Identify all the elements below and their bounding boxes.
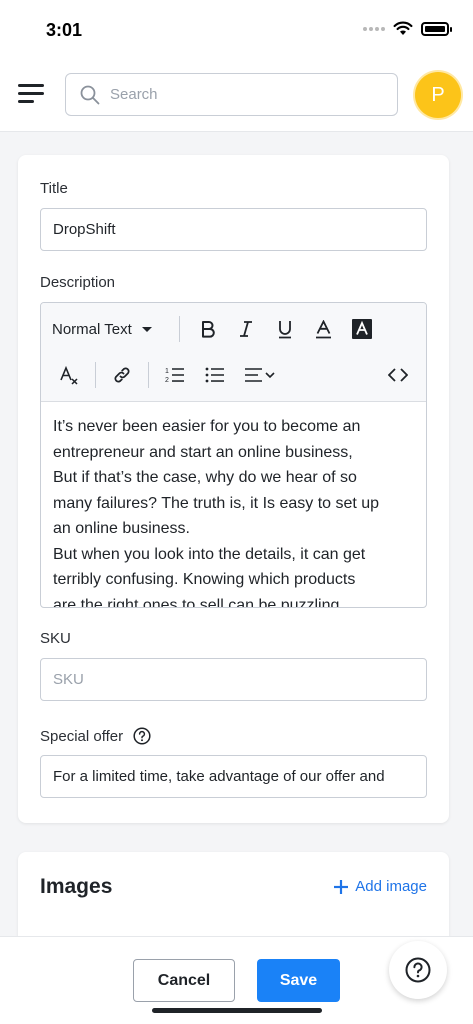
ordered-list-icon[interactable]: 12	[162, 361, 188, 389]
link-icon[interactable]	[109, 361, 135, 389]
bold-icon[interactable]	[195, 315, 221, 343]
status-bar: 3:01	[0, 0, 473, 60]
italic-icon[interactable]	[233, 315, 259, 343]
app-header: P	[0, 60, 473, 132]
sku-input[interactable]	[40, 658, 427, 701]
description-line: But if that’s the case, why do we hear o…	[53, 469, 357, 486]
status-time: 3:01	[46, 20, 83, 40]
description-line: many failures? The truth is, it Is easy …	[53, 494, 380, 512]
hamburger-menu-icon[interactable]	[18, 82, 46, 108]
svg-text:2: 2	[165, 377, 169, 384]
special-offer-input[interactable]	[40, 755, 427, 798]
special-offer-label-row: Special offer	[40, 727, 151, 745]
search-input[interactable]	[110, 86, 370, 103]
align-icon[interactable]	[242, 361, 278, 389]
description-line: are the right ones to sell can be puzzli…	[53, 596, 344, 608]
search-icon	[80, 85, 100, 104]
code-view-icon[interactable]	[385, 361, 411, 389]
special-offer-label: Special offer	[40, 727, 124, 745]
clear-format-icon[interactable]	[56, 361, 82, 389]
toolbar-divider	[95, 362, 96, 388]
add-image-button[interactable]: Add image	[333, 878, 427, 895]
editor-toolbar: Normal Text 1 2	[41, 303, 426, 402]
description-line: But when you look into the details, it c…	[53, 545, 366, 563]
description-line: entrepreneur and start an online busines…	[53, 443, 353, 461]
save-button[interactable]: Save	[257, 959, 340, 1002]
status-icons	[363, 21, 452, 36]
toolbar-divider	[179, 316, 180, 342]
description-line: It’s never been easier for you to become…	[53, 418, 361, 435]
add-image-label: Add image	[355, 878, 427, 895]
help-button[interactable]	[389, 941, 447, 999]
battery-icon	[421, 21, 452, 36]
description-line: an online business.	[53, 520, 190, 537]
description-editor: Normal Text 1 2 It’s never been easier f…	[40, 302, 427, 608]
bullet-list-icon[interactable]	[202, 361, 228, 389]
question-circle-icon[interactable]	[133, 727, 151, 745]
avatar[interactable]: P	[415, 72, 461, 118]
svg-text:1: 1	[165, 368, 169, 375]
format-select[interactable]: Normal Text	[52, 315, 152, 343]
title-input[interactable]	[40, 208, 427, 251]
wifi-icon	[393, 21, 413, 35]
search-box[interactable]	[65, 73, 398, 116]
chevron-down-icon	[141, 326, 152, 332]
toolbar-divider	[148, 362, 149, 388]
product-form-card: Title Description Normal Text	[18, 155, 449, 823]
footer-bar: Cancel Save	[0, 936, 473, 1024]
description-label: Description	[40, 274, 116, 291]
sku-label: SKU	[40, 630, 71, 647]
plus-icon	[334, 879, 349, 894]
font-color-icon[interactable]	[310, 315, 336, 343]
signal-icon	[363, 26, 385, 31]
title-label: Title	[40, 180, 68, 197]
home-indicator	[152, 1008, 322, 1013]
help-icon	[405, 957, 431, 983]
highlight-color-icon[interactable]	[349, 315, 375, 343]
description-content[interactable]: It’s never been easier for you to become…	[41, 402, 426, 608]
images-title: Images	[40, 875, 113, 898]
format-select-value: Normal Text	[52, 320, 132, 338]
cancel-button[interactable]: Cancel	[133, 959, 235, 1002]
underline-icon[interactable]	[272, 315, 298, 343]
description-line: terribly confusing. Knowing which produc…	[53, 571, 356, 588]
